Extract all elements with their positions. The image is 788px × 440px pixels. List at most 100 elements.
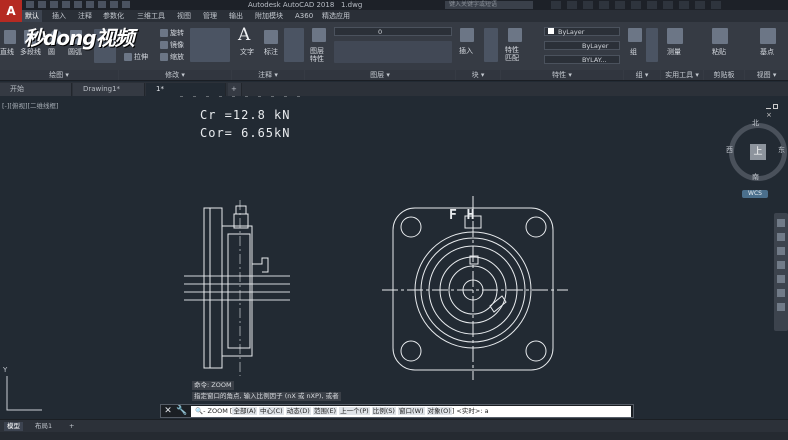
- dimension-button[interactable]: 标注: [264, 47, 278, 57]
- tab-view[interactable]: 视图: [177, 10, 191, 22]
- close-icon[interactable]: ✕: [163, 406, 173, 417]
- panel-title-utilities[interactable]: 实用工具 ▾: [661, 70, 703, 80]
- status-bar: 模型 布局1 +: [0, 419, 788, 440]
- mirror-icon[interactable]: [160, 41, 168, 49]
- layer-dropdown[interactable]: 0: [334, 27, 452, 36]
- layer-properties-button[interactable]: 图层特性: [310, 47, 328, 63]
- tab-insert[interactable]: 插入: [52, 10, 66, 22]
- measure-button[interactable]: 测量: [667, 47, 681, 57]
- tab-a360[interactable]: A360: [295, 10, 313, 22]
- application-menu-button[interactable]: A: [0, 0, 22, 22]
- group-button[interactable]: 组: [630, 47, 637, 57]
- option-center[interactable]: 中心(C): [259, 407, 284, 415]
- doc-tab-start[interactable]: 开始: [0, 83, 72, 96]
- add-layout-button[interactable]: +: [66, 422, 77, 431]
- scale-icon[interactable]: [160, 53, 168, 61]
- option-extents[interactable]: 范围(E): [312, 407, 338, 415]
- window-controls[interactable]: [548, 0, 788, 10]
- doc-tab-1[interactable]: 1*: [146, 83, 226, 96]
- linetype-dropdown[interactable]: ByLayer: [544, 41, 620, 50]
- tab-addins[interactable]: 附加模块: [255, 10, 283, 22]
- tab-annotate[interactable]: 注释: [78, 10, 92, 22]
- panel-title-annotation[interactable]: 注释 ▾: [232, 70, 304, 80]
- viewport-window-controls[interactable]: ×: [766, 103, 784, 119]
- command-input[interactable]: 🔍- ZOOM [全部(A) 中心(C) 动态(D) 范围(E) 上一个(P) …: [191, 406, 631, 417]
- ribbon-tabs: 默认 插入 注释 参数化 三维工具 视图 管理 输出 附加模块 A360 精选应…: [0, 10, 788, 22]
- option-dynamic[interactable]: 动态(D): [285, 407, 311, 415]
- line-icon[interactable]: [4, 30, 16, 44]
- insert-block-icon[interactable]: [460, 28, 474, 42]
- scale-button[interactable]: 缩放: [170, 52, 184, 62]
- text-button[interactable]: 文字: [240, 47, 254, 57]
- command-search-icon: 🔍-: [195, 407, 206, 415]
- option-object[interactable]: 对象(O): [426, 407, 452, 415]
- tab-default[interactable]: 默认: [22, 10, 42, 22]
- group-tools-icon[interactable]: [646, 28, 658, 62]
- drawing-geometry: [6, 96, 568, 411]
- navigation-bar[interactable]: [774, 213, 788, 331]
- doc-tab-drawing1[interactable]: Drawing1*: [73, 83, 145, 96]
- match-properties-button[interactable]: 特性匹配: [505, 46, 525, 62]
- wcs-menu[interactable]: WCS: [742, 190, 768, 198]
- lineweight-dropdown[interactable]: BYLAY...: [544, 55, 620, 64]
- customize-icon[interactable]: 🔧: [176, 406, 187, 417]
- ucs-icon: [6, 376, 42, 411]
- linetype-value: ByLayer: [582, 42, 609, 50]
- option-window[interactable]: 窗口(W): [398, 407, 425, 415]
- compass-west[interactable]: 西: [726, 145, 733, 155]
- watermark: 秒dong视频: [24, 26, 135, 50]
- tab-parametric[interactable]: 参数化: [103, 10, 124, 22]
- viewcube-face-top[interactable]: 上: [750, 144, 766, 160]
- color-dropdown[interactable]: ByLayer: [544, 27, 620, 36]
- front-view: [382, 196, 568, 380]
- window-title: Autodesk AutoCAD 2018 1.dwg: [248, 1, 363, 9]
- compass-east[interactable]: 东: [778, 145, 785, 155]
- tab-3d-tools[interactable]: 三维工具: [137, 10, 165, 22]
- quick-access-toolbar[interactable]: [26, 1, 226, 9]
- option-previous[interactable]: 上一个(P): [339, 407, 370, 415]
- stretch-icon[interactable]: [124, 53, 132, 61]
- compass-south[interactable]: 南: [752, 172, 759, 182]
- panel-title-layers[interactable]: 图层 ▾: [305, 70, 455, 80]
- option-all[interactable]: 全部(A): [232, 407, 257, 415]
- new-tab-button[interactable]: +: [228, 83, 242, 96]
- base-point-button[interactable]: 基点: [760, 47, 774, 57]
- tab-model[interactable]: 模型: [4, 422, 23, 431]
- mirror-button[interactable]: 镜像: [170, 40, 184, 50]
- command-history-2: 指定窗口的角点, 输入比例因子 (nX 或 nXP), 或者: [192, 392, 341, 401]
- group-icon[interactable]: [628, 28, 642, 42]
- panel-title-draw[interactable]: 绘图 ▾: [0, 70, 118, 80]
- panel-title-view[interactable]: 视图 ▾: [745, 70, 788, 80]
- tab-layout1[interactable]: 布局1: [32, 422, 55, 431]
- rotate-button[interactable]: 旋转: [170, 28, 184, 38]
- layer-tools-icon[interactable]: [334, 41, 452, 63]
- lineweight-value: BYLAY...: [582, 56, 607, 64]
- panel-title-modify[interactable]: 修改 ▾: [119, 70, 231, 80]
- command-value[interactable]: a: [485, 407, 489, 415]
- panel-title-properties[interactable]: 特性 ▾: [501, 70, 623, 80]
- panel-title-groups[interactable]: 组 ▾: [624, 70, 660, 80]
- measure-icon[interactable]: [667, 28, 683, 44]
- text-icon[interactable]: A: [238, 25, 250, 45]
- insert-block-button[interactable]: 插入: [459, 46, 473, 56]
- stretch-button[interactable]: 拉伸: [134, 52, 148, 62]
- modify-tools-icon[interactable]: [190, 28, 230, 62]
- block-tools-icon[interactable]: [484, 28, 498, 62]
- paste-icon[interactable]: [712, 28, 728, 44]
- rotate-icon[interactable]: [160, 29, 168, 37]
- annotation-tools-icon[interactable]: [284, 28, 304, 62]
- tab-output[interactable]: 输出: [229, 10, 243, 22]
- tab-featured[interactable]: 精选应用: [322, 10, 350, 22]
- help-search-input[interactable]: 键入关键字或短语: [445, 1, 533, 9]
- tab-manage[interactable]: 管理: [203, 10, 217, 22]
- compass-north[interactable]: 北: [752, 118, 759, 128]
- match-properties-icon[interactable]: [508, 28, 522, 42]
- base-point-icon[interactable]: [760, 28, 776, 44]
- panel-title-clipboard[interactable]: 剪贴板: [704, 70, 744, 80]
- paste-button[interactable]: 粘贴: [712, 47, 726, 57]
- option-scale[interactable]: 比例(S): [371, 407, 396, 415]
- line-button[interactable]: 直线: [0, 47, 14, 57]
- layer-properties-icon[interactable]: [312, 28, 326, 42]
- panel-title-block[interactable]: 块 ▾: [456, 70, 500, 80]
- dimension-icon[interactable]: [264, 30, 278, 44]
